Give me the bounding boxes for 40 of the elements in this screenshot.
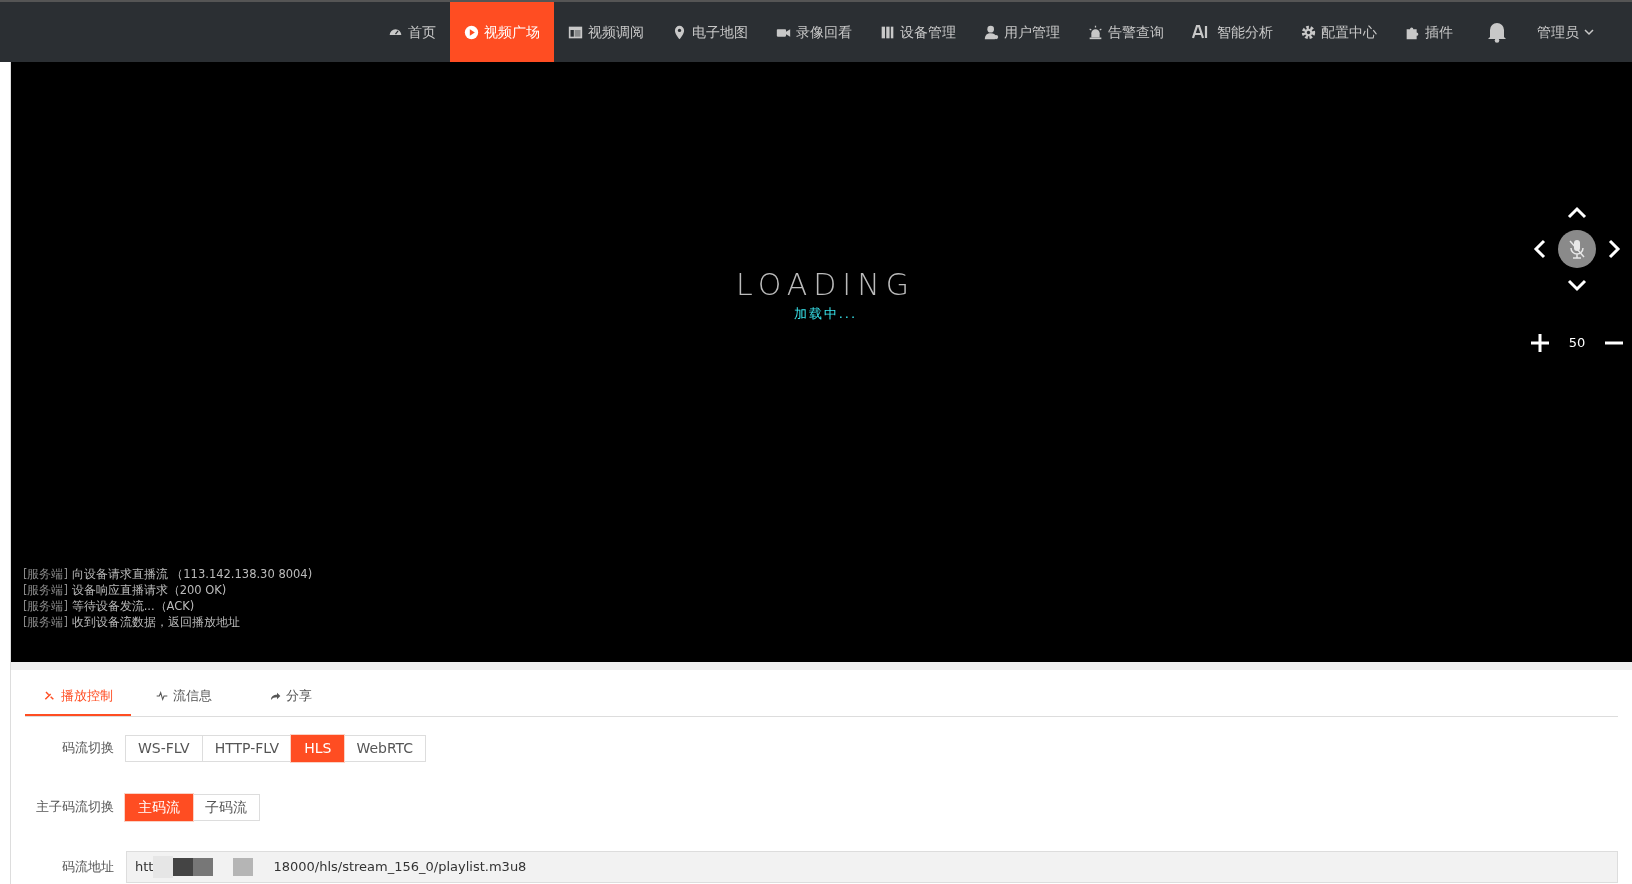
nav-item[interactable]: 用户管理 [970, 2, 1074, 62]
pin-icon [672, 24, 687, 40]
log-line: [服务端] 收到设备流数据，返回播放地址 [23, 614, 241, 630]
alarm-icon [1088, 24, 1103, 40]
user-menu[interactable]: 管理员 [1537, 2, 1602, 62]
log-line: [服务端] 等待设备发流...（ACK) [23, 598, 196, 614]
loading-caption: 加载中... [792, 305, 859, 323]
columns-icon [880, 24, 895, 40]
toggle-option[interactable]: WS-FLV [125, 734, 203, 762]
gear-icon [1301, 24, 1316, 40]
user-icon [984, 24, 999, 40]
nav-item[interactable]: 电子地图 [658, 2, 762, 62]
play-icon [464, 24, 479, 40]
log-line: [服务端] 向设备请求直播流 （113.142.138.30 8004) [23, 566, 313, 582]
field-label: 码流切换 [61, 739, 115, 758]
field-label: 码流地址 [61, 857, 115, 876]
toggle-option[interactable]: WebRTC [343, 734, 427, 762]
nav-item[interactable]: 配置中心 [1287, 2, 1391, 62]
tab[interactable]: 分享 [237, 680, 343, 716]
pulse-icon [156, 689, 168, 702]
nav-item[interactable]: 告警查询 [1074, 2, 1178, 62]
toggle-option[interactable]: HTTP-FLV [201, 734, 293, 762]
toggle-option[interactable]: 子码流 [192, 793, 260, 821]
nav-item[interactable]: 视频调阅 [554, 2, 658, 62]
nav-item[interactable]: 首页 [374, 2, 450, 62]
microphone-button[interactable] [1558, 230, 1596, 268]
caret-icon [1584, 28, 1594, 36]
zoom-in-icon[interactable] [1529, 332, 1551, 354]
nav-item[interactable]: 设备管理 [866, 2, 970, 62]
loading-text: LOADING [736, 270, 915, 300]
nav-item[interactable]: 插件 [1391, 2, 1467, 62]
muted-microphone-icon [1567, 238, 1587, 260]
field-label: 主子码流切换 [35, 798, 115, 817]
speed-value: 50 [1568, 334, 1586, 353]
nav-item[interactable]: 智能分析 [1178, 2, 1287, 62]
tab[interactable]: 流信息 [131, 680, 237, 716]
log-line: [服务端] 设备响应直播请求（200 OK) [23, 582, 228, 598]
layout-icon [568, 24, 583, 40]
nav-item[interactable]: 录像回看 [762, 2, 866, 62]
url-field[interactable]: htt 18000/hls/stream_156_0/playlist.m3u8 [126, 850, 1618, 883]
